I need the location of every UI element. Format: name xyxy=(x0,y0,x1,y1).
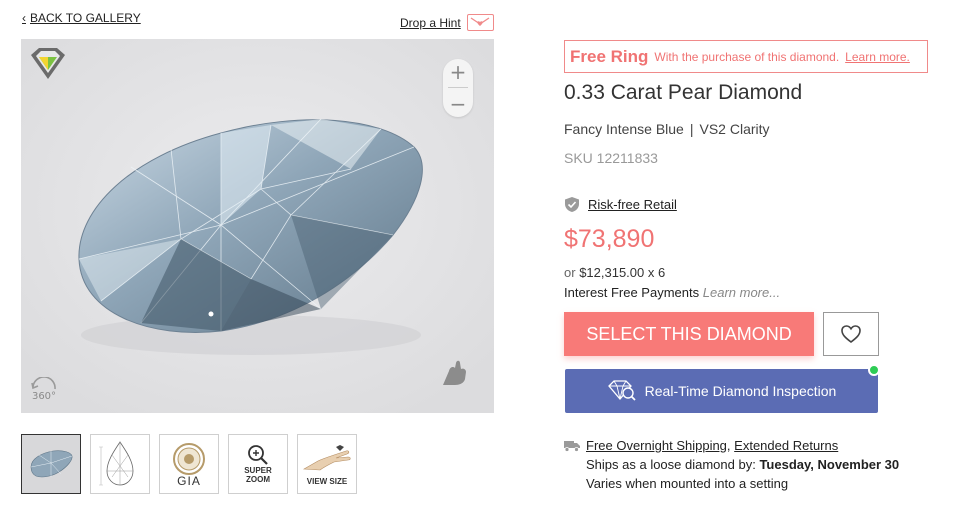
risk-free-retail: Risk-free Retail xyxy=(564,196,677,213)
back-to-gallery-link[interactable]: ‹ BACK TO GALLERY xyxy=(22,11,141,25)
interest-text: Interest Free Payments xyxy=(564,285,700,300)
ships-by-line: Ships as a loose diamond by: Tuesday, No… xyxy=(564,455,899,474)
heart-icon xyxy=(841,325,861,344)
hand-drag-icon xyxy=(439,357,471,389)
real-time-inspection-button[interactable]: Real-Time Diamond Inspection xyxy=(565,369,878,413)
thumbnail-super-zoom[interactable]: SUPER ZOOM xyxy=(228,434,288,494)
wishlist-button[interactable] xyxy=(823,312,879,356)
free-ring-learn-more-link[interactable]: Learn more. xyxy=(845,50,910,64)
magnifier-icon xyxy=(248,445,268,465)
extended-returns-link[interactable]: Extended Returns xyxy=(734,438,838,453)
select-this-diamond-button[interactable]: SELECT THIS DIAMOND xyxy=(564,312,814,356)
truck-icon xyxy=(564,440,580,452)
clarity-grade: VS2 Clarity xyxy=(699,121,770,137)
finance-or: or xyxy=(564,265,576,280)
price: $73,890 xyxy=(564,225,655,253)
product-specs: Fancy Intense Blue | VS2 Clarity xyxy=(564,121,770,137)
zoom-out-button[interactable]: − xyxy=(450,94,467,114)
drop-a-hint-link[interactable]: Drop a Hint xyxy=(400,14,494,31)
thumbnail-view-size[interactable]: VIEW SIZE xyxy=(297,434,357,494)
gia-seal-icon xyxy=(173,443,205,475)
shipping-info: Free Overnight Shipping, Extended Return… xyxy=(564,436,899,493)
rotate-360-label: 360° xyxy=(32,391,56,402)
interest-line: Interest Free Payments Learn more... xyxy=(564,285,780,300)
brand-logo-icon xyxy=(29,47,67,81)
free-ring-banner: Free Ring With the purchase of this diam… xyxy=(564,40,928,73)
zoom-in-button[interactable]: + xyxy=(450,62,467,82)
diamond-viewer[interactable]: + − 360° xyxy=(21,39,494,413)
zoom-divider xyxy=(448,87,468,89)
risk-free-retail-link[interactable]: Risk-free Retail xyxy=(588,197,677,212)
shield-check-icon xyxy=(565,197,579,212)
thumbnail-diamond-photo[interactable] xyxy=(21,434,81,494)
super-zoom-label-line2: ZOOM xyxy=(246,475,270,484)
ships-prefix: Ships as a loose diamond by: xyxy=(586,457,756,472)
finance-amount: $12,315.00 x 6 xyxy=(579,265,666,280)
hand-size-icon xyxy=(302,444,351,470)
product-title: 0.33 Carat Pear Diamond xyxy=(564,81,803,104)
chevron-left-icon: ‹ xyxy=(22,11,26,25)
online-status-indicator xyxy=(868,364,880,376)
drop-a-hint-label: Drop a Hint xyxy=(400,15,461,30)
thumbnail-pear-diagram[interactable] xyxy=(90,434,150,494)
sku-number: SKU 12211833 xyxy=(564,150,658,166)
rotate-360-icon[interactable]: 360° xyxy=(29,376,59,405)
real-time-inspection-label: Real-Time Diamond Inspection xyxy=(644,383,837,399)
free-ring-text: With the purchase of this diamond. xyxy=(654,49,840,64)
finance-line: or $12,315.00 x 6 xyxy=(564,265,665,280)
mounted-note: Varies when mounted into a setting xyxy=(586,476,789,491)
zoom-control: + − xyxy=(443,59,473,117)
ships-date: Tuesday, November 30 xyxy=(759,457,900,472)
pear-diamond-image xyxy=(21,39,494,413)
shipping-comma: , xyxy=(726,438,731,453)
thumbnail-gia-certificate[interactable]: GIA xyxy=(159,434,219,494)
interest-learn-more-link[interactable]: Learn more... xyxy=(703,285,780,300)
free-overnight-shipping-link[interactable]: Free Overnight Shipping xyxy=(586,438,727,453)
diamond-magnifier-icon xyxy=(607,380,636,401)
specs-separator: | xyxy=(689,121,694,137)
back-to-gallery-label: BACK TO GALLERY xyxy=(30,11,141,25)
free-ring-title: Free Ring xyxy=(570,46,649,66)
thumbnail-strip: GIA SUPER ZOOM VIEW SIZE xyxy=(21,434,357,494)
super-zoom-label-line1: SUPER xyxy=(244,466,272,475)
gia-label: GIA xyxy=(177,474,201,488)
diamond-photo-icon xyxy=(30,450,73,478)
color-grade: Fancy Intense Blue xyxy=(564,121,684,137)
envelope-heart-icon xyxy=(466,14,494,31)
view-size-label: VIEW SIZE xyxy=(306,476,348,486)
pear-diagram-icon xyxy=(99,441,134,486)
shipping-links-row: Free Overnight Shipping, Extended Return… xyxy=(564,436,899,455)
